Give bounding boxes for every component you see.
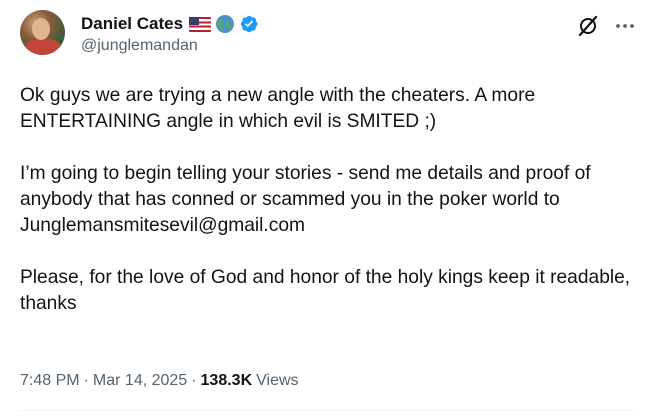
- tweet-date[interactable]: Mar 14, 2025: [93, 372, 187, 390]
- views-label: Views: [256, 372, 299, 389]
- tweet-paragraph: I’m going to begin telling your stories …: [20, 163, 591, 236]
- verified-badge-icon[interactable]: [239, 14, 259, 34]
- tweet-meta: 7:48 PM · Mar 14, 2025 · 138.3K Views: [20, 372, 299, 390]
- meta-separator: ·: [191, 372, 197, 389]
- author-name-row: Daniel Cates: [81, 13, 259, 35]
- tweet-top-actions: [576, 14, 636, 38]
- avatar-face: [32, 18, 50, 40]
- divider: [20, 410, 634, 411]
- meta-separator: ·: [83, 372, 89, 389]
- tweet-card: Daniel Cates @junglemandan Ok guys we ar…: [0, 0, 650, 420]
- tweet-time[interactable]: 7:48 PM: [20, 372, 80, 390]
- us-flag-icon: [189, 16, 212, 32]
- author-handle[interactable]: @junglemandan: [81, 37, 198, 55]
- grok-icon[interactable]: [576, 14, 600, 38]
- globe-icon: [216, 15, 235, 33]
- avatar-shirt: [24, 38, 62, 55]
- author-display-name[interactable]: Daniel Cates: [81, 14, 183, 34]
- views-count[interactable]: 138.3K: [201, 372, 253, 390]
- tweet-text: Ok guys we are trying a new angle with t…: [20, 83, 635, 317]
- tweet-paragraph: Please, for the love of God and honor of…: [20, 267, 631, 314]
- more-options-icon[interactable]: [614, 15, 636, 37]
- tweet-paragraph: Ok guys we are trying a new angle with t…: [20, 85, 536, 132]
- avatar[interactable]: [20, 10, 65, 55]
